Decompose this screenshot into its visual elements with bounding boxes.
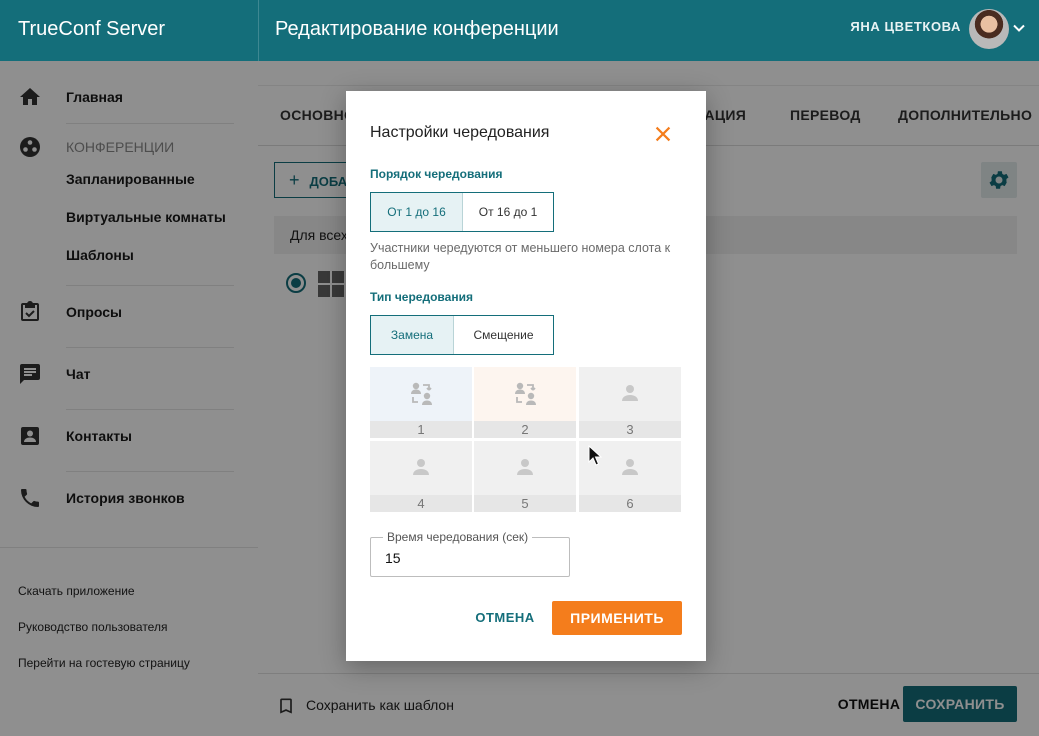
- type-shift-button[interactable]: Смещение: [453, 316, 553, 354]
- swap-users-icon: [515, 382, 536, 405]
- slot[interactable]: 5: [474, 441, 576, 512]
- slot[interactable]: 2: [474, 367, 576, 438]
- order-1-to-16-button[interactable]: От 1 до 16: [371, 193, 462, 231]
- interval-input[interactable]: [385, 548, 555, 568]
- user-icon: [622, 385, 638, 401]
- user-icon: [413, 459, 429, 475]
- slot-number: 3: [579, 421, 681, 438]
- chevron-down-icon[interactable]: [1009, 18, 1029, 38]
- slot-number: 4: [370, 495, 472, 512]
- order-16-to-1-button[interactable]: От 16 до 1: [462, 193, 553, 231]
- dialog-cancel-button[interactable]: ОТМЕНА: [468, 601, 542, 635]
- slot[interactable]: 3: [579, 367, 681, 438]
- type-label: Тип чередования: [370, 290, 473, 304]
- order-description: Участники чередуются от меньшего номера …: [370, 241, 671, 272]
- slot-grid: 1 2 3 4 5 6: [370, 367, 682, 513]
- type-replace-button[interactable]: Замена: [371, 316, 453, 354]
- mouse-cursor-icon: [588, 445, 602, 466]
- user-icon: [622, 459, 638, 475]
- interval-field[interactable]: Время чередования (сек): [370, 529, 570, 577]
- slot-number: 2: [474, 421, 576, 438]
- top-bar: TrueConf Server Редактирование конференц…: [0, 0, 1039, 61]
- avatar[interactable]: [969, 9, 1009, 49]
- dialog-title: Настройки чередования: [370, 124, 550, 141]
- interval-label: Время чередования (сек): [383, 529, 533, 545]
- user-icon: [517, 459, 533, 475]
- slot[interactable]: 1: [370, 367, 472, 438]
- apply-button[interactable]: ПРИМЕНИТЬ: [552, 601, 682, 635]
- page-title: Редактирование конференции: [275, 18, 559, 40]
- order-toggle: От 1 до 16 От 16 до 1: [370, 192, 554, 232]
- type-toggle: Замена Смещение: [370, 315, 554, 355]
- app-brand[interactable]: TrueConf Server: [0, 0, 258, 61]
- slot-number: 5: [474, 495, 576, 512]
- title-area: Редактирование конференции: [258, 0, 758, 61]
- slot-number: 6: [579, 495, 681, 512]
- close-icon[interactable]: [652, 123, 674, 145]
- order-label: Порядок чередования: [370, 167, 503, 181]
- swap-users-icon: [411, 382, 432, 405]
- user-name[interactable]: ЯНА ЦВЕТКОВА: [850, 0, 961, 54]
- slot-number: 1: [370, 421, 472, 438]
- slot[interactable]: 4: [370, 441, 472, 512]
- rotation-settings-dialog: Настройки чередования Порядок чередовани…: [346, 91, 706, 661]
